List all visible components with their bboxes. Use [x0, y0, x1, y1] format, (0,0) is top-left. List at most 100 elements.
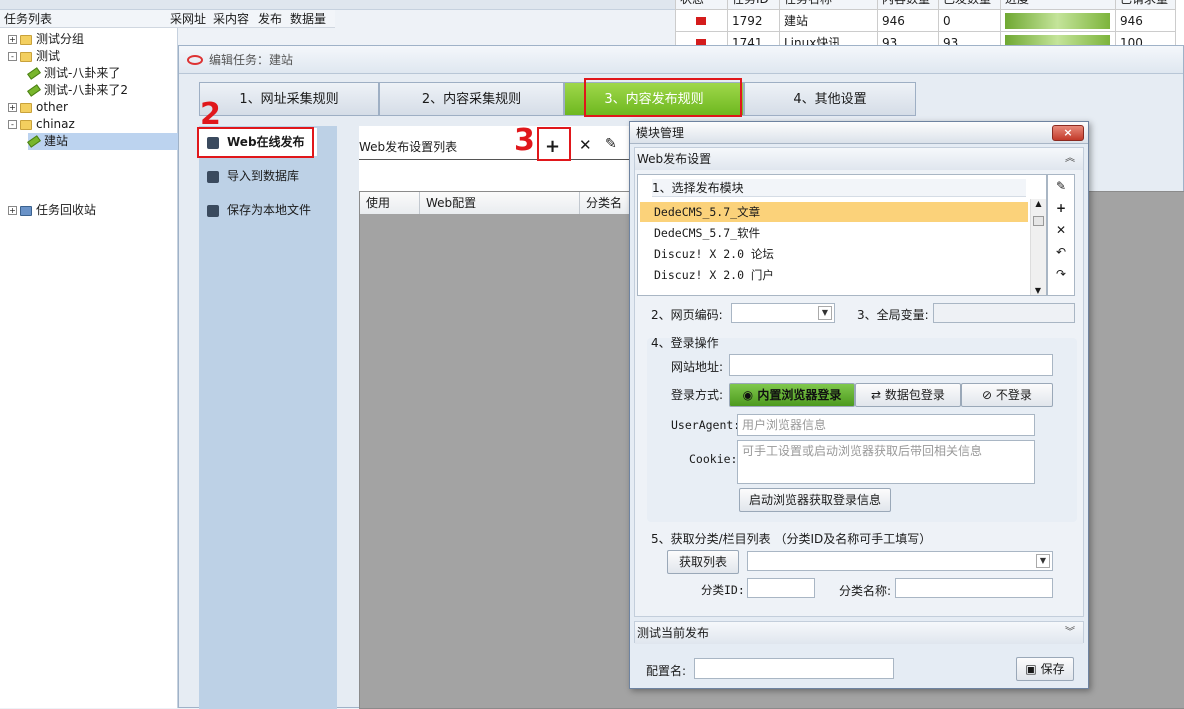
catname-label: 分类名称: — [839, 584, 892, 598]
sidebar-item-local-file[interactable]: 保存为本地文件 — [207, 196, 311, 224]
window-title-text: 编辑任务：建站 — [209, 53, 294, 67]
tab-step-url-rules[interactable]: 1、网址采集规则 — [199, 82, 379, 116]
test-publish-section: 测试当前发布 ︾ — [634, 621, 1084, 644]
table-header[interactable]: 已发数量 — [939, 0, 1001, 10]
expand-toggle-icon[interactable]: + — [8, 35, 17, 44]
close-icon[interactable]: × — [1052, 125, 1084, 141]
module-item[interactable]: DedeCMS_5.7_软件 — [640, 223, 1028, 243]
cookie-textarea[interactable]: 可手工设置或启动浏览器获取后带回相关信息 — [737, 440, 1035, 484]
file-icon — [207, 204, 219, 217]
chevron-down-icon[interactable]: ▼ — [818, 306, 832, 320]
annotation-2: 2 — [200, 97, 221, 132]
tree-node[interactable]: + 任务回收站 — [8, 202, 96, 219]
section-header[interactable]: Web发布设置 ︽ — [635, 148, 1083, 170]
expand-icon[interactable]: ︾ — [1065, 622, 1075, 644]
category-id-input[interactable] — [747, 578, 815, 598]
edit-icon[interactable]: ✎ — [605, 136, 617, 152]
fetch-list-button[interactable]: 获取列表 — [667, 550, 739, 574]
expand-toggle-icon[interactable]: + — [8, 103, 17, 112]
tree-node[interactable]: - chinaz — [8, 116, 75, 133]
edit-module-icon[interactable]: ✎ — [1048, 175, 1074, 197]
table-header[interactable]: 已请求量 — [1116, 0, 1176, 10]
chevron-down-icon[interactable]: ▼ — [1036, 554, 1050, 568]
site-label: 网站地址: — [671, 360, 724, 374]
tab-step-publish-rules[interactable]: 3、内容发布规则 — [564, 82, 744, 116]
add-module-icon[interactable]: + — [1048, 197, 1074, 219]
dialog-title-text: 模块管理 — [636, 126, 685, 140]
tab-step-other-settings[interactable]: 4、其他设置 — [744, 82, 916, 116]
delete-module-icon[interactable]: ✕ — [1048, 219, 1074, 241]
module-item[interactable]: Discuz! X 2.0 门户 — [640, 265, 1028, 285]
save-icon: ▣ — [1025, 662, 1041, 676]
global-var-input[interactable] — [933, 303, 1075, 323]
expand-toggle-icon[interactable]: - — [8, 52, 17, 61]
task-icon — [27, 135, 41, 148]
table-header[interactable]: 任务ID — [728, 0, 780, 10]
category-select[interactable]: ▼ — [747, 551, 1053, 571]
undo-icon[interactable]: ↶ — [1048, 241, 1074, 263]
table-cell: 0 — [939, 10, 1001, 32]
toolbar-strip — [0, 0, 675, 10]
table-header[interactable]: 内容数量 — [878, 0, 939, 10]
expand-toggle-icon[interactable]: + — [8, 206, 17, 215]
table-cell: 1792 — [728, 10, 780, 32]
save-button[interactable]: ▣ 保存 — [1016, 657, 1074, 681]
dialog-title: 模块管理 — [630, 122, 1088, 144]
module-scrollbar[interactable]: ▲ ▼ — [1030, 199, 1046, 295]
tree-node[interactable]: + 测试分组 — [8, 31, 84, 48]
folder-icon — [20, 102, 32, 113]
add-icon[interactable]: + — [545, 136, 560, 157]
cookie-label: Cookie: — [689, 452, 738, 466]
trash-icon — [20, 205, 32, 216]
tree-node[interactable]: - 测试 — [8, 48, 60, 65]
table-header[interactable]: 任务名称 — [780, 0, 878, 10]
sidebar-item-database[interactable]: 导入到数据库 — [207, 162, 299, 190]
ua-label: UserAgent: — [671, 418, 741, 432]
expand-toggle-icon[interactable]: - — [8, 120, 17, 129]
table-header[interactable]: 进度 — [1001, 0, 1116, 10]
config-name-input[interactable] — [694, 658, 894, 679]
module-item[interactable]: Discuz! X 2.0 论坛 — [640, 244, 1028, 264]
login-mode-packet[interactable]: ⇄ 数据包登录 — [855, 383, 961, 407]
shuffle-icon: ⇄ — [871, 388, 885, 402]
redo-icon[interactable]: ↷ — [1048, 263, 1074, 285]
table-header[interactable]: 状态 — [676, 0, 728, 10]
table-cell: 946 — [1116, 10, 1176, 32]
tree-header: 任务列表 采网址 采内容 发布 数据量 — [0, 10, 335, 28]
useragent-input[interactable]: 用户浏览器信息 — [737, 414, 1035, 436]
tree-header-data-count[interactable]: 数据量 — [290, 10, 326, 28]
annotation-3: 3 — [514, 123, 535, 158]
tree-header-publish[interactable]: 发布 — [258, 10, 282, 28]
tree-node[interactable]: + other — [8, 99, 68, 116]
window-title: 编辑任务：建站 — [179, 46, 1183, 74]
login-mode-none[interactable]: ⊘ 不登录 — [961, 383, 1053, 407]
tree-node[interactable]: 测试-八卦来了2 — [27, 82, 128, 99]
tree-node[interactable]: 测试-八卦来了 — [27, 65, 120, 82]
table-cell: 建站 — [780, 10, 878, 32]
module-list: 1、选择发布模块 ▲ ▼ DedeCMS_5.7_文章 DedeCMS_5.7_软… — [637, 174, 1047, 296]
login-mode-browser[interactable]: ◉ 内置浏览器登录 — [729, 383, 855, 407]
folder-icon — [20, 34, 32, 45]
collapse-icon[interactable]: ︽ — [1065, 148, 1075, 170]
category-name-input[interactable] — [895, 578, 1053, 598]
web-publish-settings-section: Web发布设置 ︽ 1、选择发布模块 ▲ ▼ DedeCMS_5.7_文章 Dede… — [634, 147, 1084, 617]
tab-step-content-rules[interactable]: 2、内容采集规则 — [379, 82, 564, 116]
module-item[interactable]: DedeCMS_5.7_文章 — [640, 202, 1028, 222]
app-logo-icon — [187, 55, 203, 65]
grid-header-config[interactable]: Web配置 — [420, 192, 580, 214]
module-list-header: 1、选择发布模块 — [652, 179, 1026, 197]
launch-browser-button[interactable]: 启动浏览器获取登录信息 — [739, 488, 891, 512]
tree-header-crawl-url[interactable]: 采网址 — [170, 10, 206, 28]
delete-icon[interactable]: ✕ — [579, 136, 592, 154]
tree-header-crawl-content[interactable]: 采内容 — [213, 10, 249, 28]
grid-header-use[interactable]: 使用 — [360, 192, 420, 214]
site-url-input[interactable] — [729, 354, 1053, 376]
progress-bar — [1005, 13, 1110, 29]
charset-select[interactable]: ▼ — [731, 303, 835, 323]
list-title: Web发布设置列表 — [359, 140, 458, 154]
sidebar-item-web-publish[interactable]: Web在线发布 — [199, 128, 317, 156]
config-name-label: 配置名: — [646, 664, 687, 678]
catid-label: 分类ID: — [701, 583, 745, 597]
tree-node[interactable]: 建站 — [27, 133, 178, 150]
section-header[interactable]: 测试当前发布 ︾ — [635, 622, 1083, 644]
